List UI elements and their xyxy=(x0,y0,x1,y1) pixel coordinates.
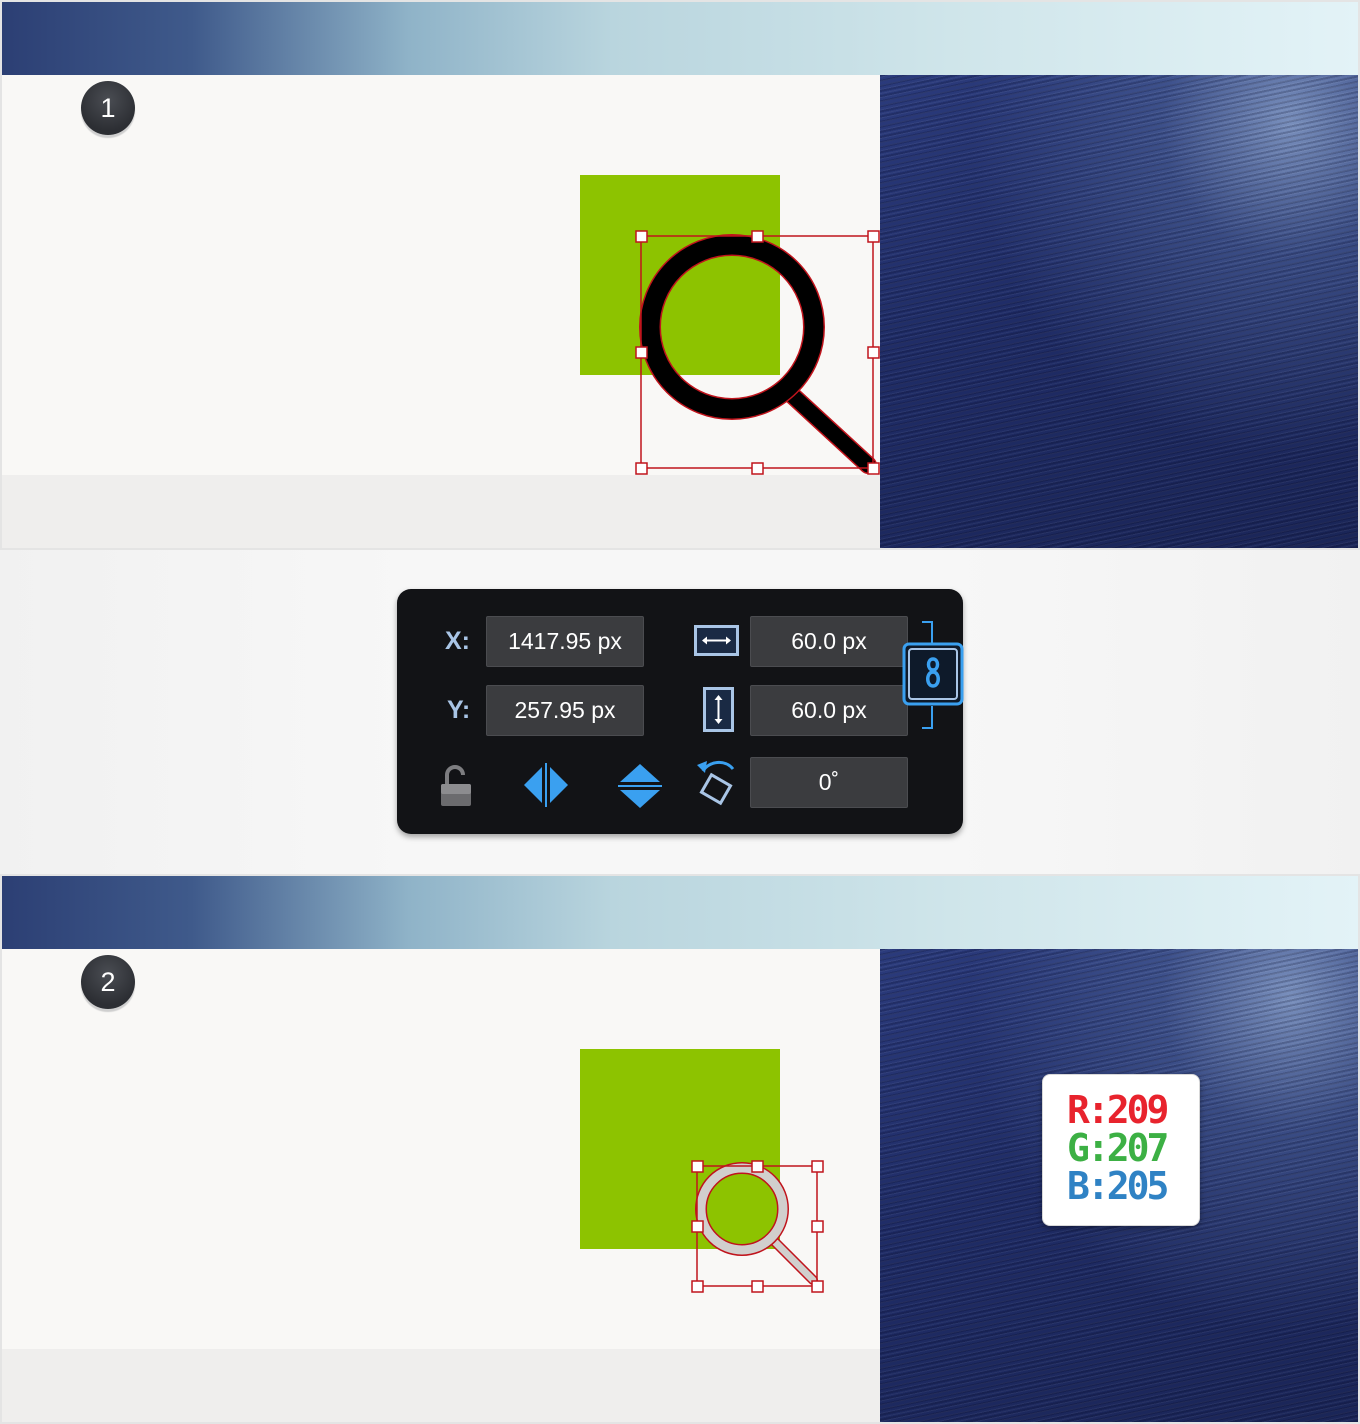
height-icon xyxy=(703,687,734,732)
transform-panel: X: 1417.95 px Y: 257.95 px 60.0 px 60.0 … xyxy=(397,589,966,834)
rotate-icon[interactable] xyxy=(695,757,741,807)
x-label: X: xyxy=(445,627,470,655)
y-label: Y: xyxy=(447,696,471,724)
magnifier-selection[interactable] xyxy=(2,2,1360,550)
tutorial-page: 1 X: 1417.95 px Y: 257.95 px 60.0 px 60.… xyxy=(0,0,1360,1424)
step-2-panel: 2 R:209 G:207 B:205 xyxy=(0,874,1360,1424)
x-field[interactable]: 1417.95 px xyxy=(486,616,644,667)
flip-horizontal-icon[interactable] xyxy=(522,761,570,809)
red-value: R:209 xyxy=(1067,1088,1169,1132)
height-field[interactable]: 60.0 px xyxy=(750,685,908,736)
link-proportions-icon[interactable] xyxy=(902,620,966,730)
y-field[interactable]: 257.95 px xyxy=(486,685,644,736)
rotation-field[interactable]: 0˚ xyxy=(750,757,908,808)
blue-value: B:205 xyxy=(1067,1164,1169,1208)
flip-vertical-icon[interactable] xyxy=(616,762,664,810)
width-field[interactable]: 60.0 px xyxy=(750,616,908,667)
step-1-panel: 1 xyxy=(0,0,1360,550)
magnifier-icon[interactable] xyxy=(695,1162,818,1285)
lock-icon[interactable] xyxy=(439,764,473,808)
magnifier-icon[interactable] xyxy=(639,234,877,474)
green-value: G:207 xyxy=(1067,1126,1169,1170)
width-icon xyxy=(694,625,739,656)
rgb-color-readout: R:209 G:207 B:205 xyxy=(1042,1074,1200,1226)
